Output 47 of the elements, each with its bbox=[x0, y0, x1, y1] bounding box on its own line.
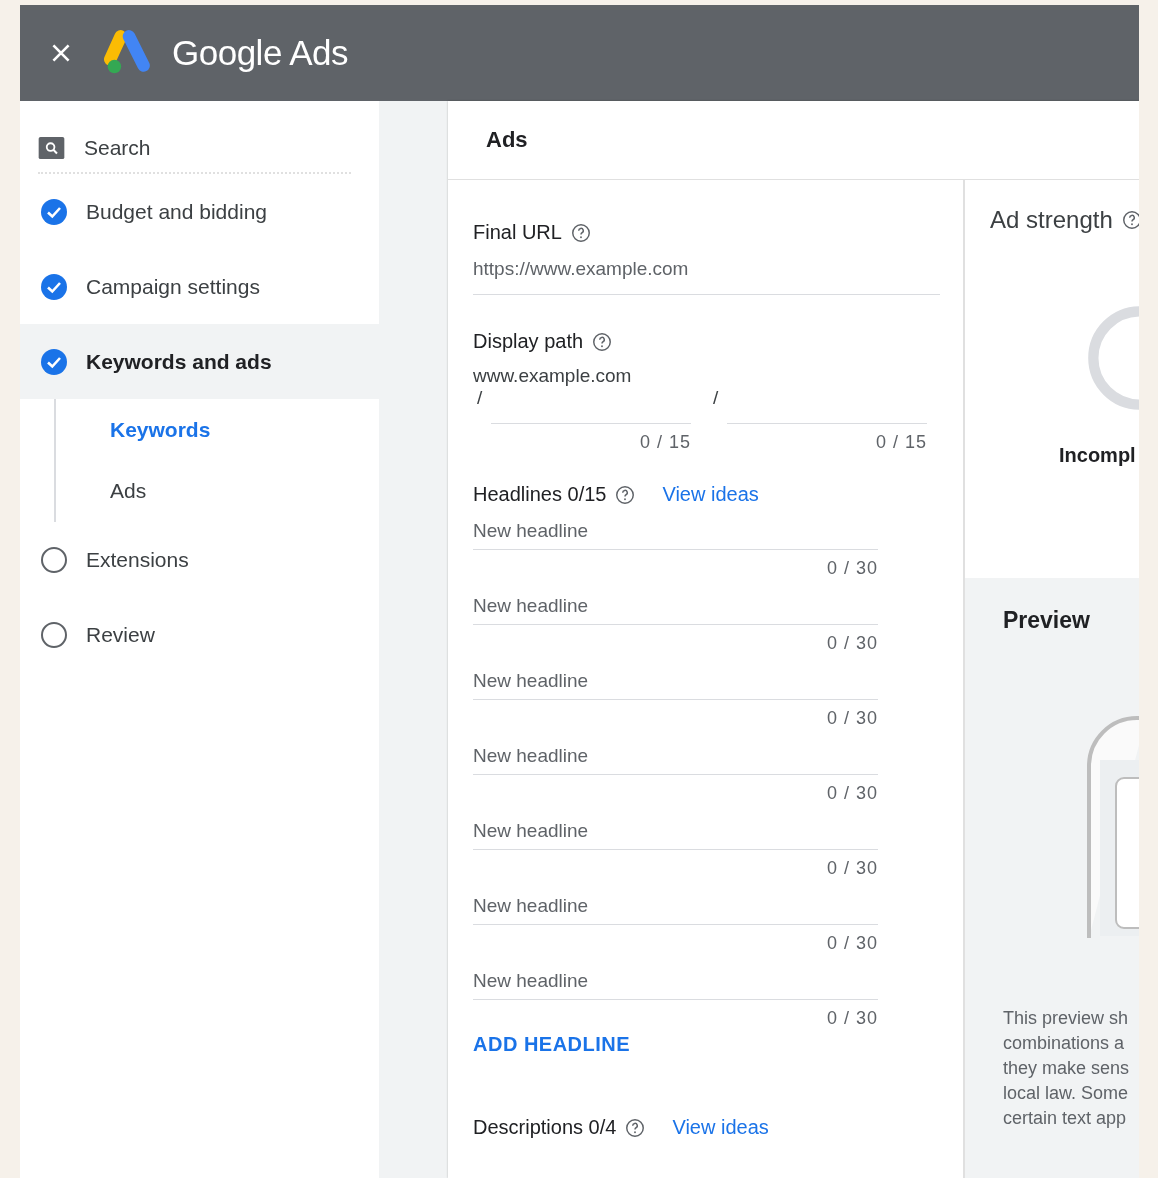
view-ideas-link[interactable]: View ideas bbox=[662, 483, 759, 506]
field-label: Final URL bbox=[473, 221, 562, 244]
path-separator: / bbox=[476, 387, 484, 409]
input-field[interactable]: https://www.example.com bbox=[473, 244, 940, 295]
input-field[interactable]: New headline bbox=[473, 581, 878, 625]
search-item[interactable]: Search bbox=[84, 135, 151, 160]
char-counter: 0 / 30 bbox=[825, 632, 878, 655]
strength-rating: Incompl bbox=[1059, 444, 1137, 467]
search-icon bbox=[38, 136, 65, 159]
preview-note: combinations a bbox=[1003, 1032, 1126, 1055]
char-counter: 0 / 30 bbox=[825, 707, 878, 730]
char-counter: 0 / 15 bbox=[639, 432, 691, 453]
preview-note: certain text app bbox=[1003, 1107, 1128, 1130]
app-title: Google Ads bbox=[172, 33, 348, 73]
input-field[interactable]: New headline bbox=[473, 656, 878, 700]
field-label: Display path bbox=[473, 330, 584, 353]
substep-item[interactable]: Keywords bbox=[110, 399, 211, 461]
char-counter: 0 / 30 bbox=[825, 857, 878, 880]
view-ideas-link[interactable]: View ideas bbox=[672, 1116, 769, 1139]
help-icon[interactable] bbox=[624, 1116, 647, 1139]
help-icon[interactable] bbox=[614, 483, 637, 506]
field-label: Headlines 0/15 bbox=[473, 483, 607, 506]
domain-text: www.example.com bbox=[473, 365, 632, 387]
preview-note: This preview sh bbox=[1003, 1007, 1130, 1030]
input-field[interactable]: New headline bbox=[473, 881, 878, 925]
char-counter: 0 / 30 bbox=[825, 932, 878, 955]
step-item[interactable]: Keywords and ads bbox=[20, 324, 379, 399]
substep-item[interactable]: Ads bbox=[110, 460, 147, 522]
input-field[interactable]: New headline bbox=[473, 956, 878, 1000]
card-title: Ads bbox=[486, 127, 528, 153]
preview-note: local law. Some bbox=[1003, 1082, 1130, 1105]
char-counter: 0 / 15 bbox=[875, 432, 927, 453]
char-counter: 0 / 30 bbox=[825, 1007, 878, 1030]
char-counter: 0 / 30 bbox=[825, 557, 878, 580]
field-label: Descriptions 0/4 bbox=[473, 1116, 617, 1139]
input-field[interactable]: New headline bbox=[473, 506, 878, 550]
help-icon[interactable] bbox=[569, 221, 592, 244]
help-icon[interactable] bbox=[1120, 209, 1139, 231]
ad-strength-title: Ad strength bbox=[990, 206, 1113, 234]
input-field[interactable]: New headline bbox=[473, 806, 878, 850]
preview-title: Preview bbox=[1003, 607, 1091, 634]
char-counter: 0 / 30 bbox=[825, 782, 878, 805]
path-separator: / bbox=[712, 387, 720, 409]
input-field[interactable]: New headline bbox=[473, 731, 878, 775]
add-headline-button[interactable]: ADD HEADLINE bbox=[473, 1033, 631, 1056]
help-icon[interactable] bbox=[591, 330, 614, 353]
preview-note: they make sens bbox=[1003, 1057, 1131, 1080]
